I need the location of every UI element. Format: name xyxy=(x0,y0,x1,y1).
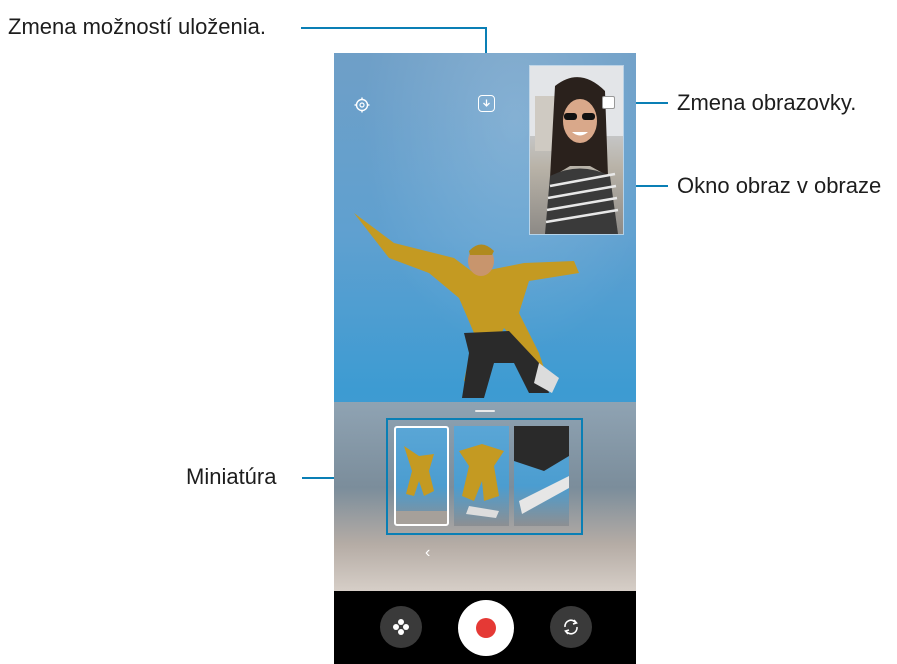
thumbnail-callout-label: Miniatúra xyxy=(186,464,277,489)
switch-screens-icon[interactable] xyxy=(602,96,615,109)
save-options-callout-label: Zmena možností uloženia. xyxy=(8,14,267,39)
filter-flower-icon[interactable] xyxy=(380,606,422,648)
drag-handle[interactable] xyxy=(475,410,495,412)
record-icon xyxy=(476,618,496,638)
callout-line xyxy=(301,27,487,29)
camera-controls xyxy=(334,591,636,664)
settings-icon[interactable] xyxy=(350,93,374,117)
record-button[interactable] xyxy=(458,600,514,656)
pip-window-callout-label: Okno obraz v obraze xyxy=(677,173,882,198)
camera-viewfinder[interactable]: ‹ xyxy=(334,53,636,664)
flip-camera-icon[interactable] xyxy=(550,606,592,648)
selfie-image xyxy=(530,66,623,234)
thumbnail-highlight-frame xyxy=(386,418,583,535)
chevron-left-icon[interactable]: ‹ xyxy=(425,544,430,562)
download-icon[interactable] xyxy=(478,95,495,112)
switch-screen-callout-label: Zmena obrazovky. xyxy=(677,90,857,115)
pip-window[interactable] xyxy=(530,66,623,234)
